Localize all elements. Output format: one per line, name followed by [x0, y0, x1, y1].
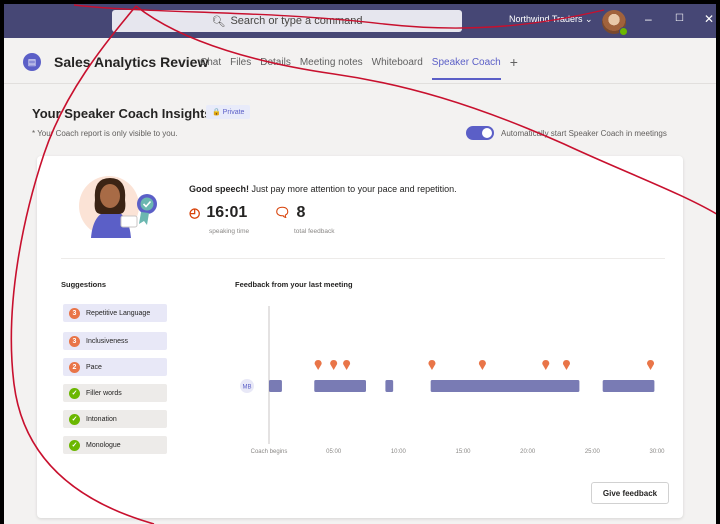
feedback-marker	[314, 360, 322, 370]
tab-meeting-notes[interactable]: Meeting notes	[300, 57, 363, 80]
suggestion-label: Monologue	[86, 441, 121, 449]
suggestion-label: Repetitive Language	[86, 309, 151, 317]
maximize-icon[interactable]: ☐	[675, 13, 684, 24]
suggestion-label: Intonation	[86, 415, 117, 423]
tab-details[interactable]: Details	[260, 57, 291, 80]
suggestion-label: Filler words	[86, 389, 122, 397]
presence-available-icon	[619, 27, 628, 36]
speaking-segment	[430, 380, 580, 392]
speaking-time-label: speaking time	[209, 228, 250, 235]
feedback-marker	[330, 360, 338, 370]
x-tick-label: 05:00	[326, 449, 342, 455]
suggestion-pace[interactable]: 2 Pace	[63, 358, 167, 376]
feedback-marker	[478, 360, 486, 370]
suggestion-repetitive-language[interactable]: 3 Repetitive Language	[63, 304, 167, 322]
search-box[interactable]: 🔍︎ Search or type a command	[112, 10, 462, 32]
title-bar: 🔍︎ Search or type a command Northwind Tr…	[4, 4, 716, 38]
suggestion-inclusiveness[interactable]: 3 Inclusiveness	[63, 332, 167, 350]
meeting-icon: ▤	[23, 53, 41, 71]
teams-window: 🔍︎ Search or type a command Northwind Tr…	[4, 4, 716, 524]
suggestion-label: Inclusiveness	[86, 337, 129, 345]
suggestion-monologue[interactable]: ✓ Monologue	[63, 436, 167, 454]
x-tick-label: 10:00	[391, 449, 407, 455]
summary-text: Good speech! Just pay more attention to …	[189, 184, 457, 194]
feedback-marker	[562, 360, 570, 370]
privacy-note: * Your Coach report is only visible to y…	[32, 129, 178, 138]
x-tick-label: 15:00	[455, 449, 471, 455]
close-icon[interactable]: ✕	[704, 12, 714, 26]
give-feedback-button[interactable]: Give feedback	[591, 482, 669, 504]
tab-files[interactable]: Files	[230, 57, 251, 80]
channel-header: ▤ Sales Analytics Review Chat Files Deta…	[4, 38, 716, 84]
suggestion-count-badge: 2	[69, 361, 80, 373]
insights-title: Your Speaker Coach Insights	[32, 106, 212, 121]
page-title: Sales Analytics Review	[54, 54, 209, 70]
search-icon: 🔍︎	[211, 15, 226, 28]
private-badge: 🔒 Private	[206, 105, 251, 119]
minimize-icon[interactable]: –	[645, 12, 652, 26]
x-tick-label: Coach begins	[251, 449, 288, 455]
summary-headline-bold: Good speech!	[189, 184, 250, 194]
add-tab-button[interactable]: +	[510, 54, 518, 80]
auto-start-label: Automatically start Speaker Coach in mee…	[501, 129, 667, 138]
total-feedback-stat: 🗨︎ 8 total feedback	[274, 204, 334, 235]
suggestion-filler-words[interactable]: ✓ Filler words	[63, 384, 167, 402]
feedback-marker	[343, 360, 351, 370]
speaker-illustration	[79, 176, 157, 238]
x-tick-label: 25:00	[585, 449, 601, 455]
tab-chat[interactable]: Chat	[200, 57, 221, 80]
feedback-timeline-title: Feedback from your last meeting	[235, 280, 353, 289]
speaking-time-value: 16:01	[206, 204, 248, 221]
suggestion-label: Pace	[86, 363, 102, 371]
speaking-segment	[385, 380, 394, 392]
org-switcher[interactable]: Northwind Traders ⌄	[509, 14, 593, 25]
tab-bar: Chat Files Details Meeting notes Whitebo…	[200, 54, 518, 80]
check-icon: ✓	[69, 387, 80, 399]
divider	[61, 258, 665, 259]
tab-speaker-coach[interactable]: Speaker Coach	[431, 57, 501, 80]
suggestion-count-badge: 3	[69, 307, 80, 319]
speaking-segment	[602, 380, 655, 392]
toggle-knob	[482, 128, 492, 138]
total-feedback-value: 8	[296, 204, 306, 221]
suggestions-title: Suggestions	[61, 280, 107, 289]
check-icon: ✓	[69, 439, 80, 451]
feedback-marker	[647, 360, 655, 370]
clock-icon: ◴	[189, 205, 201, 220]
feedback-marker	[428, 360, 436, 370]
x-tick-label: 30:00	[649, 449, 665, 455]
suggestion-count-badge: 3	[69, 335, 80, 347]
speaking-segment	[314, 380, 366, 392]
feedback-timeline: MB Coach begins 05:00 10:00 15:00 20:00 25:00 3…	[240, 306, 665, 455]
chat-bubble-icon: 🗨︎	[274, 205, 291, 220]
speaking-time-stat: ◴ 16:01 speaking time	[189, 204, 249, 235]
insights-card: Good speech! Just pay more attention to …	[37, 156, 683, 518]
avatar[interactable]	[602, 10, 628, 36]
suggestion-intonation[interactable]: ✓ Intonation	[63, 410, 167, 428]
x-tick-label: 20:00	[520, 449, 536, 455]
auto-start-toggle[interactable]	[466, 126, 494, 140]
tab-whiteboard[interactable]: Whiteboard	[372, 57, 423, 80]
check-icon: ✓	[69, 413, 80, 425]
search-placeholder: Search or type a command	[230, 15, 363, 27]
total-feedback-label: total feedback	[294, 228, 335, 235]
feedback-marker	[542, 360, 550, 370]
speaking-segment	[269, 380, 282, 392]
speaker-initials: MB	[243, 385, 252, 391]
summary-headline-rest: Just pay more attention to your pace and…	[249, 184, 457, 194]
